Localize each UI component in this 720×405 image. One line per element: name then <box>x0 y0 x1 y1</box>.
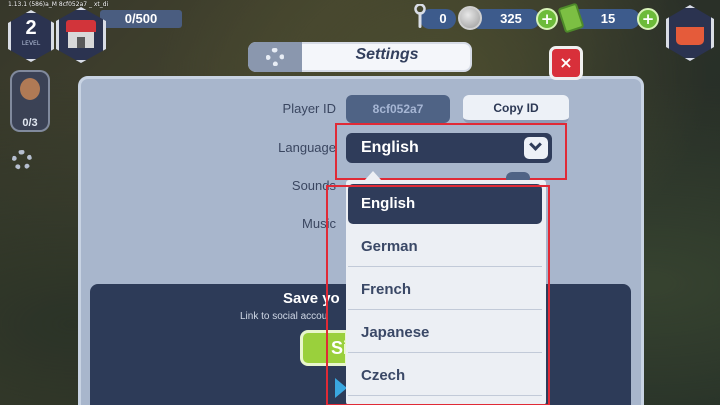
worker-avatar-icon <box>20 78 40 100</box>
wrench-count: 0 <box>439 11 447 26</box>
add-cash-button[interactable]: + <box>637 8 659 30</box>
player-id-value: 8cf052a7 <box>346 95 450 123</box>
sounds-label: Sounds <box>291 178 336 193</box>
cash-count: 15 <box>600 11 616 26</box>
version-label: 1.13.1 (586)a_M 8cf052a7 _ xt_di <box>8 1 109 8</box>
side-gear-icon[interactable] <box>12 150 32 170</box>
level-number: 2 <box>25 17 37 39</box>
workers-count: 0/3 <box>22 117 38 129</box>
xp-text: 0/500 <box>124 11 158 26</box>
save-card-subtitle: Link to social accou <box>240 311 328 322</box>
language-label: Language <box>278 140 336 155</box>
gear-icon <box>266 48 284 66</box>
coin-count: 325 <box>500 11 522 26</box>
music-label: Music <box>302 216 336 231</box>
coin-icon <box>458 6 482 30</box>
basket-icon <box>676 27 704 45</box>
settings-title: Settings <box>355 46 419 63</box>
copy-id-button[interactable]: Copy ID <box>463 95 569 123</box>
close-button[interactable]: × <box>549 46 583 80</box>
add-coins-button[interactable]: + <box>536 8 558 30</box>
shop-door-icon <box>77 37 85 48</box>
shop-roof-icon <box>66 20 96 32</box>
level-label: LEVEL <box>21 40 41 47</box>
player-id-label: Player ID <box>282 101 336 116</box>
language-dropdown-highlight <box>326 185 550 405</box>
wrench-icon <box>414 4 426 28</box>
